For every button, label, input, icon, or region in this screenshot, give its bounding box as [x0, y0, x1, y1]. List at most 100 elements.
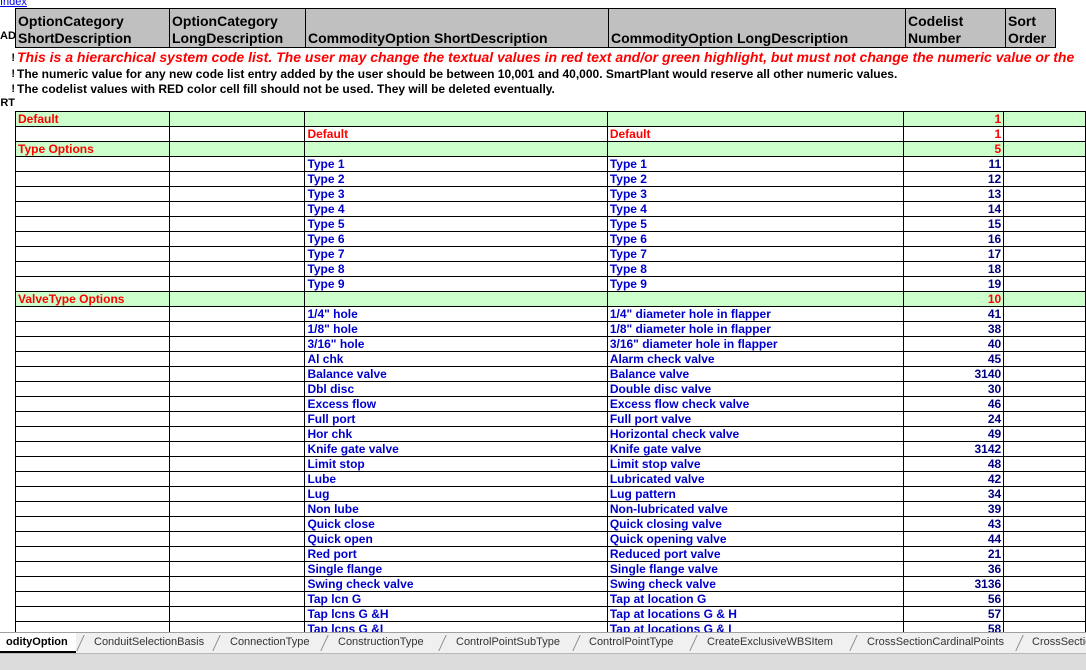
cell-option-long[interactable]: Type 4 [606, 201, 905, 217]
cell-option-long[interactable]: Knife gate valve [606, 441, 905, 457]
tab-controlpointsubtype[interactable]: ControlPointSubType [450, 633, 576, 653]
cell-option-long[interactable]: Type 2 [606, 171, 905, 187]
cell-category-short[interactable] [15, 261, 170, 277]
cell-sort-order[interactable] [1003, 576, 1086, 592]
tab-conduitselectionbasis[interactable]: ConduitSelectionBasis [88, 633, 212, 653]
cell-option-long[interactable]: Type 7 [606, 246, 905, 262]
cell-codelist-number[interactable]: 44 [903, 531, 1005, 547]
cell-option-short[interactable]: Default [304, 126, 608, 142]
cell-category-short[interactable] [15, 321, 170, 337]
cell-codelist-number[interactable]: 15 [903, 216, 1005, 232]
cell-option-short[interactable]: Type 4 [304, 201, 608, 217]
cell-codelist-number[interactable]: 3136 [903, 576, 1005, 592]
cell-option-short[interactable]: 1/8" hole [304, 321, 608, 337]
cell-codelist-number[interactable]: 19 [903, 276, 1005, 292]
cell-option-short[interactable]: Type 2 [304, 171, 608, 187]
tab-constructiontype[interactable]: ConstructionType [332, 633, 442, 653]
tab-connectiontype[interactable]: ConnectionType [224, 633, 324, 653]
cell-category-short[interactable] [15, 456, 170, 472]
cell-category-long[interactable] [168, 231, 306, 247]
cell-codelist-number[interactable]: 41 [903, 306, 1005, 322]
cell-category-long[interactable] [168, 366, 306, 382]
tab-crosssection[interactable]: CrossSectio [1026, 633, 1086, 653]
cell-category-long[interactable] [168, 126, 306, 142]
cell-category-short[interactable] [15, 336, 170, 352]
cell-codelist-number[interactable]: 11 [903, 156, 1005, 172]
cell-option-long[interactable]: Type 8 [606, 261, 905, 277]
cell-category-short[interactable] [15, 201, 170, 217]
cell-sort-order[interactable] [1003, 276, 1086, 292]
cell-option-short[interactable]: Non lube [304, 501, 608, 517]
cell-codelist-number[interactable]: 42 [903, 471, 1005, 487]
cell-option-short[interactable]: Excess flow [304, 396, 608, 412]
cell-codelist-number[interactable]: 18 [903, 261, 1005, 277]
cell-category-long[interactable] [168, 306, 306, 322]
cell-option-short[interactable]: Full port [304, 411, 608, 427]
cell-option-short[interactable]: Type 3 [304, 186, 608, 202]
cell-option-short[interactable]: Type 6 [304, 231, 608, 247]
cell-option-long[interactable]: Double disc valve [606, 381, 905, 397]
cell-category-short[interactable] [15, 366, 170, 382]
cell-codelist-number[interactable]: 3142 [903, 441, 1005, 457]
cell-codelist-number[interactable]: 17 [903, 246, 1005, 262]
tab-commodityoption[interactable]: odityOption [0, 633, 76, 653]
cell-option-long[interactable]: Type 1 [606, 156, 905, 172]
cell-sort-order[interactable] [1003, 231, 1086, 247]
cell-option-long[interactable] [606, 111, 905, 127]
cell-category-long[interactable] [168, 441, 306, 457]
cell-option-short[interactable]: Swing check valve [304, 576, 608, 592]
cell-option-long[interactable]: Full port valve [606, 411, 905, 427]
cell-option-long[interactable]: 1/4" diameter hole in flapper [606, 306, 905, 322]
cell-option-short[interactable]: Tap lcn G [304, 591, 608, 607]
cell-option-long[interactable]: Excess flow check valve [606, 396, 905, 412]
cell-codelist-number[interactable]: 12 [903, 171, 1005, 187]
cell-option-short[interactable] [304, 291, 608, 307]
cell-category-short[interactable] [15, 156, 170, 172]
cell-option-short[interactable] [304, 111, 608, 127]
cell-option-short[interactable]: Balance valve [304, 366, 608, 382]
cell-option-short[interactable]: 3/16" hole [304, 336, 608, 352]
cell-option-long[interactable]: Alarm check valve [606, 351, 905, 367]
cell-codelist-number[interactable]: 46 [903, 396, 1005, 412]
cell-codelist-number[interactable]: 13 [903, 186, 1005, 202]
cell-codelist-number[interactable]: 39 [903, 501, 1005, 517]
cell-option-short[interactable] [304, 141, 608, 157]
cell-codelist-number[interactable]: 45 [903, 351, 1005, 367]
cell-sort-order[interactable] [1003, 456, 1086, 472]
cell-category-short[interactable] [15, 576, 170, 592]
cell-category-short[interactable] [15, 561, 170, 577]
cell-option-long[interactable]: Swing check valve [606, 576, 905, 592]
cell-sort-order[interactable] [1003, 621, 1086, 632]
cell-category-long[interactable] [168, 201, 306, 217]
tab-crosssectioncardinalpoints[interactable]: CrossSectionCardinalPoints [861, 633, 1021, 653]
cell-option-long[interactable]: Quick opening valve [606, 531, 905, 547]
cell-option-long[interactable]: Type 5 [606, 216, 905, 232]
cell-category-long[interactable] [168, 321, 306, 337]
cell-category-long[interactable] [168, 606, 306, 622]
cell-category-short[interactable] [15, 426, 170, 442]
cell-option-long[interactable]: Type 3 [606, 186, 905, 202]
cell-category-long[interactable] [168, 546, 306, 562]
cell-option-short[interactable]: Type 7 [304, 246, 608, 262]
cell-category-short[interactable] [15, 276, 170, 292]
cell-option-short[interactable]: 1/4" hole [304, 306, 608, 322]
cell-category-long[interactable] [168, 261, 306, 277]
cell-option-long[interactable]: Single flange valve [606, 561, 905, 577]
cell-category-short[interactable] [15, 486, 170, 502]
cell-sort-order[interactable] [1003, 141, 1086, 157]
cell-category-short[interactable] [15, 501, 170, 517]
cell-category-short[interactable] [15, 246, 170, 262]
cell-category-long[interactable] [168, 351, 306, 367]
cell-category-short[interactable] [15, 126, 170, 142]
cell-option-short[interactable]: Type 9 [304, 276, 608, 292]
cell-category-short[interactable] [15, 441, 170, 457]
cell-option-long[interactable]: Tap at location G [606, 591, 905, 607]
cell-sort-order[interactable] [1003, 261, 1086, 277]
cell-option-long[interactable]: Horizontal check valve [606, 426, 905, 442]
header-sort-order[interactable]: Sort Order [1005, 8, 1056, 48]
cell-category-long[interactable] [168, 576, 306, 592]
cell-sort-order[interactable] [1003, 216, 1086, 232]
cell-sort-order[interactable] [1003, 246, 1086, 262]
cell-category-long[interactable] [168, 531, 306, 547]
cell-codelist-number[interactable]: 36 [903, 561, 1005, 577]
